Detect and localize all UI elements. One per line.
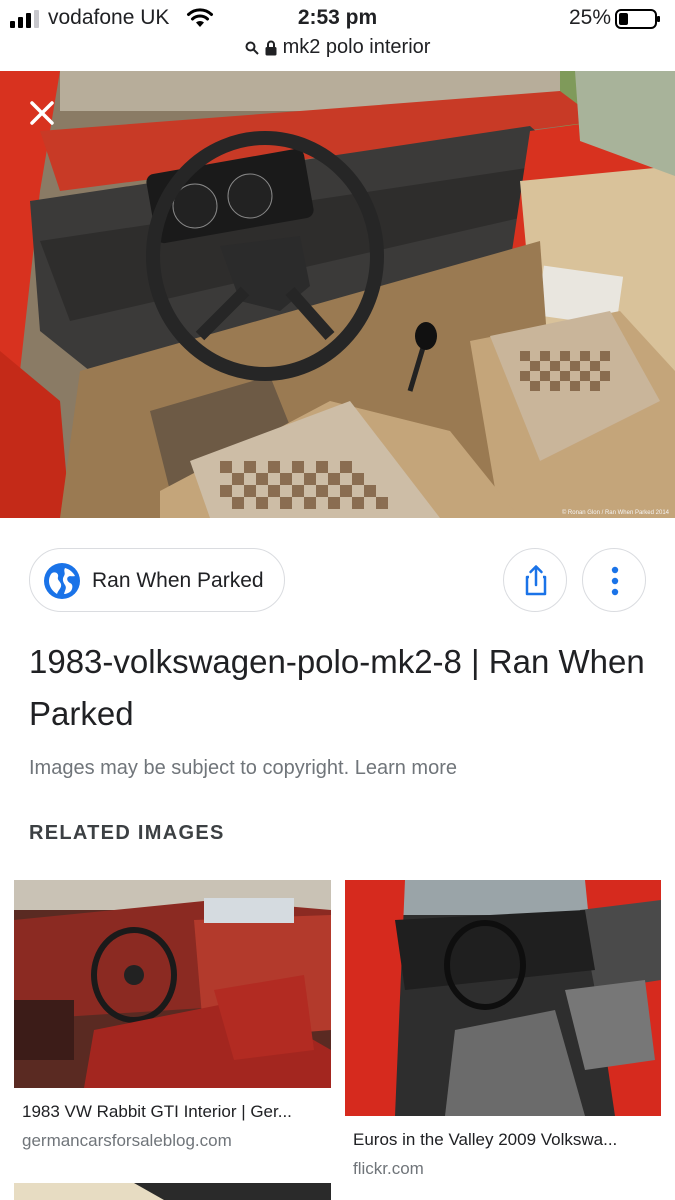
source-chip[interactable]: Ran When Parked — [29, 548, 285, 612]
related-image-card[interactable]: Euros in the Valley 2009 Volkswa... flic… — [345, 880, 661, 1179]
related-image-card[interactable]: 1983 VW Rabbit GTI Interior | Ger... ger… — [14, 880, 331, 1151]
copyright-notice: Images may be subject to copyright. Lear… — [29, 757, 457, 780]
learn-more-link[interactable]: Learn more — [355, 757, 457, 779]
more-options-button[interactable] — [582, 548, 646, 612]
related-image-thumbnail[interactable] — [14, 880, 331, 1088]
related-image-thumbnail[interactable] — [345, 880, 661, 1116]
image-credit: © Ronan Glon / Ran When Parked 2014 — [561, 510, 669, 516]
lock-icon — [265, 40, 277, 55]
hero-image[interactable]: © Ronan Glon / Ran When Parked 2014 — [0, 71, 675, 518]
battery-percentage: 25% — [568, 6, 611, 29]
more-vertical-icon — [611, 566, 619, 596]
search-icon — [245, 41, 259, 55]
related-image-title[interactable]: Euros in the Valley 2009 Volkswa... — [353, 1130, 653, 1150]
share-button[interactable] — [503, 548, 567, 612]
url-bar[interactable]: mk2 polo interior — [0, 36, 675, 70]
result-title[interactable]: 1983-volkswagen-polo-mk2-8 | Ran When Pa… — [29, 636, 649, 740]
related-image-domain: germancarsforsaleblog.com — [22, 1131, 232, 1150]
globe-icon — [44, 563, 80, 599]
copyright-text: Images may be subject to copyright. — [29, 757, 350, 779]
url-text: mk2 polo interior — [282, 36, 431, 58]
battery-icon — [615, 9, 660, 29]
status-bar: vodafone UK 2:53 pm 25% — [0, 0, 675, 36]
related-image-domain: flickr.com — [353, 1159, 424, 1178]
related-image-title[interactable]: 1983 VW Rabbit GTI Interior | Ger... — [22, 1102, 322, 1122]
source-label: Ran When Parked — [92, 569, 264, 592]
related-image-thumbnail-partial[interactable] — [14, 1183, 331, 1200]
related-images-heading: RELATED IMAGES — [29, 822, 225, 844]
share-icon — [525, 565, 547, 596]
close-icon[interactable] — [22, 93, 62, 133]
